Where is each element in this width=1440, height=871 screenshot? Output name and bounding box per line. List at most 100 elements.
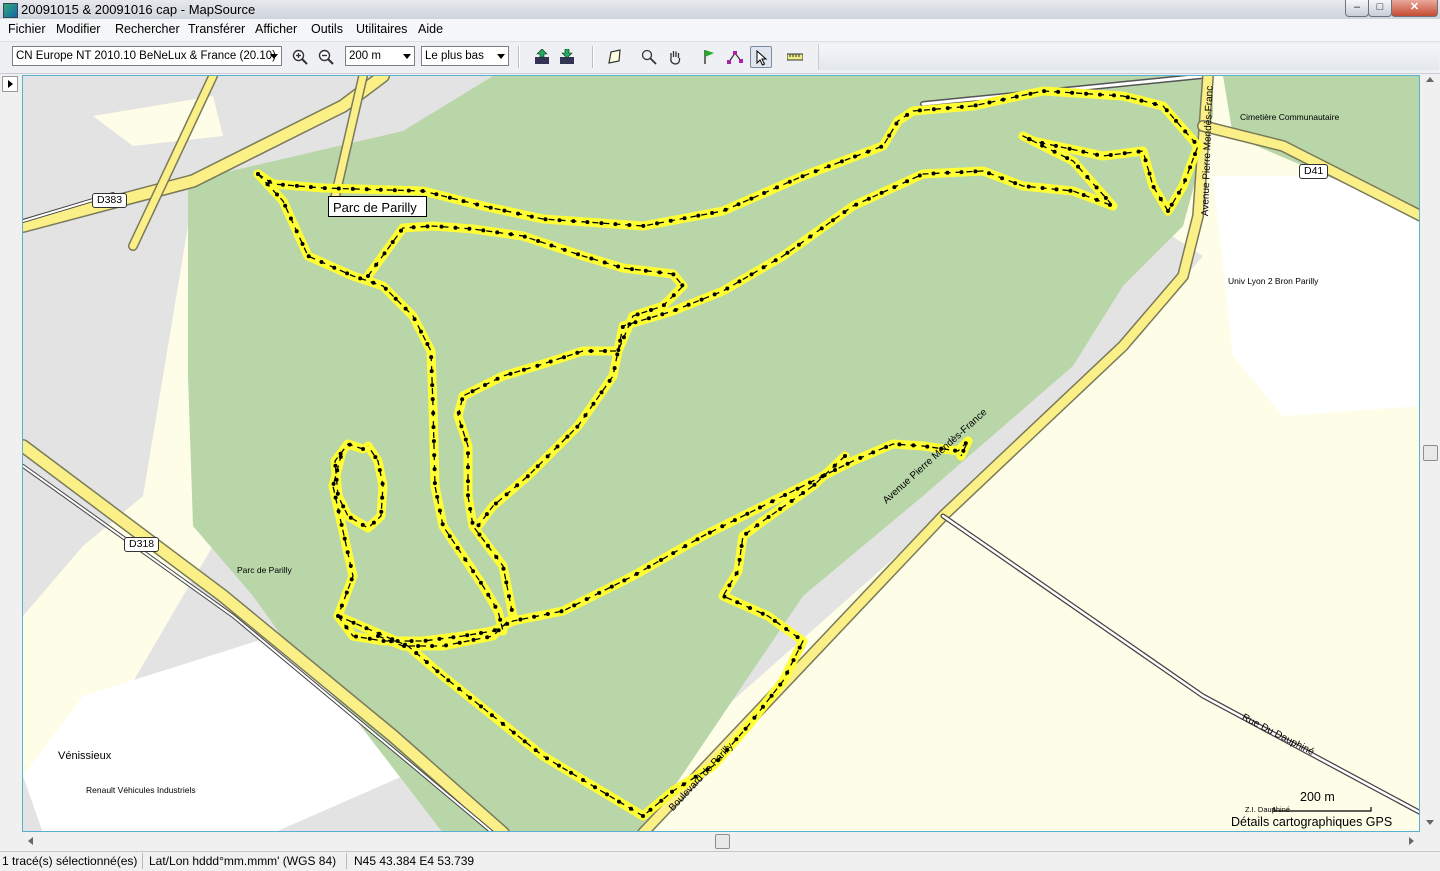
track-point <box>331 481 336 486</box>
scroll-up-arrow-icon[interactable] <box>1426 77 1434 82</box>
track-point <box>1183 129 1188 134</box>
track-point <box>378 187 383 192</box>
menu-rechercher[interactable]: Rechercher <box>115 22 180 36</box>
track-point <box>364 626 369 631</box>
track-point <box>545 756 549 761</box>
track-point <box>831 218 835 223</box>
track-point <box>887 133 892 138</box>
menu-transferer[interactable]: Transférer <box>188 22 245 36</box>
track-point <box>778 682 783 687</box>
selection-tool-button[interactable] <box>750 46 772 68</box>
route-tool-button[interactable] <box>724 46 746 68</box>
track-point <box>1143 158 1148 163</box>
track-point <box>461 199 466 204</box>
track-point <box>743 726 748 731</box>
status-separator <box>346 853 347 869</box>
track-point <box>476 523 481 528</box>
menu-fichier[interactable]: Fichier <box>8 22 46 36</box>
track-point <box>344 590 349 595</box>
scroll-left-arrow-icon[interactable] <box>28 837 33 845</box>
vertical-scrollbar[interactable] <box>1420 75 1440 832</box>
track-point <box>457 686 462 691</box>
track-point <box>659 558 663 562</box>
track-point <box>495 230 500 235</box>
close-button[interactable]: ✕ <box>1391 0 1438 17</box>
track-point <box>333 495 338 500</box>
map-view[interactable]: Parc de Parilly D383 D318 D41 Cimetière … <box>22 75 1420 832</box>
scroll-down-arrow-icon[interactable] <box>1426 820 1434 825</box>
maximize-button[interactable]: □ <box>1368 0 1392 17</box>
track-point <box>456 410 461 415</box>
track-point <box>424 660 429 665</box>
track-point <box>333 463 338 468</box>
detail-level-select[interactable]: Le plus bas <box>421 46 509 66</box>
zoom-out-button[interactable] <box>315 46 337 68</box>
track-point <box>629 806 633 811</box>
track-point <box>783 493 787 497</box>
expand-panel-button[interactable] <box>2 76 18 92</box>
left-panel-strip <box>0 74 22 850</box>
send-to-device-button[interactable] <box>556 46 578 68</box>
track-point <box>432 453 437 458</box>
track-point <box>1040 143 1045 148</box>
distance-tool-button[interactable] <box>784 46 806 68</box>
track-point <box>525 474 530 479</box>
track-point <box>516 211 521 216</box>
pan-tool-button[interactable] <box>664 46 686 68</box>
track-point <box>613 222 618 227</box>
track-point <box>429 355 434 360</box>
track-point <box>522 234 527 239</box>
track-point <box>335 491 340 496</box>
track-point <box>591 401 596 406</box>
toolbar-empty-area <box>818 44 1439 70</box>
track-point <box>1056 89 1061 94</box>
track-point <box>616 264 621 269</box>
mapsource-app-icon <box>3 3 18 18</box>
scale-bar: 200 m Z.I. Dauphiné Détails cartographiq… <box>1228 788 1418 830</box>
track-point <box>440 522 445 527</box>
vertical-scroll-thumb[interactable] <box>1423 445 1438 461</box>
scroll-right-arrow-icon[interactable] <box>1409 837 1414 845</box>
track-point <box>911 443 916 448</box>
hand-icon <box>670 51 681 65</box>
menu-afficher[interactable]: Afficher <box>255 22 297 36</box>
track-point <box>437 508 442 513</box>
menu-modifier[interactable]: Modifier <box>56 22 100 36</box>
track-point <box>435 669 440 674</box>
map-tool-button[interactable] <box>604 46 626 68</box>
map-product-select[interactable]: CN Europe NT 2010.10 BeNeLux & France (2… <box>12 46 282 66</box>
track-point <box>745 511 750 516</box>
menu-outils[interactable]: Outils <box>311 22 343 36</box>
track-point <box>455 545 460 550</box>
track-point <box>1040 186 1045 190</box>
zoom-scale-select[interactable]: 200 m <box>345 46 415 66</box>
track-point <box>308 185 313 189</box>
track-point <box>419 329 423 334</box>
track-point <box>504 492 509 497</box>
track-point <box>602 260 607 265</box>
track-point <box>335 468 340 473</box>
horizontal-scrollbar[interactable] <box>22 832 1420 850</box>
track-point <box>470 389 475 394</box>
track-point <box>659 798 664 803</box>
track-point <box>348 563 353 568</box>
receive-from-device-button[interactable] <box>531 46 553 68</box>
waypoint-tool-button[interactable] <box>698 46 720 68</box>
track-point <box>522 739 527 744</box>
horizontal-scroll-thumb[interactable] <box>715 834 730 849</box>
track-point <box>575 424 580 429</box>
menu-aide[interactable]: Aide <box>418 22 443 36</box>
track-point <box>416 644 421 648</box>
menu-utilitaires[interactable]: Utilitaires <box>356 22 407 36</box>
minimize-button[interactable]: – <box>1345 0 1369 17</box>
track-point <box>339 522 344 527</box>
zoom-out-icon <box>318 49 334 65</box>
track-point <box>1052 149 1057 154</box>
track-point <box>778 507 783 511</box>
track-point <box>917 108 922 113</box>
track-point <box>430 397 435 402</box>
zoom-in-button[interactable] <box>289 46 311 68</box>
track-point <box>775 185 779 190</box>
track-point <box>562 247 567 252</box>
zoom-tool-button[interactable] <box>638 46 660 68</box>
